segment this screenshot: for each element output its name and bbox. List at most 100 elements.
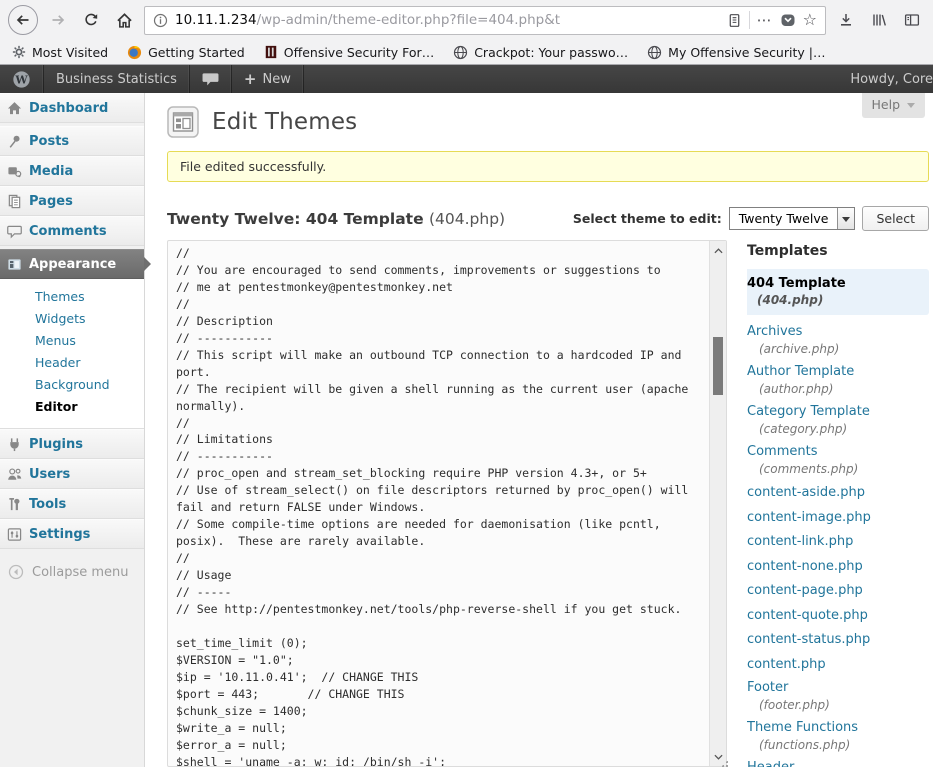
svg-text:W: W xyxy=(14,73,28,86)
help-tab[interactable]: Help xyxy=(862,93,926,118)
sidebar-item-users[interactable]: Users xyxy=(0,459,144,489)
code-editor[interactable]: // // You are encouraged to send comment… xyxy=(167,240,727,767)
url-bar[interactable]: 10.11.1.234/wp-admin/theme-editor.php?fi… xyxy=(144,6,826,35)
bookmark-star-icon[interactable]: ☆ xyxy=(803,12,817,28)
admin-bar-my-account[interactable]: Howdy, Core xyxy=(840,65,933,93)
sidebar-item-appearance[interactable]: Appearance xyxy=(0,249,144,279)
downloads-button[interactable] xyxy=(833,7,859,33)
reader-mode-icon[interactable] xyxy=(727,13,742,28)
bookmark-label: Offensive Security For… xyxy=(284,45,434,60)
sidebar-item-media[interactable]: Media xyxy=(0,156,144,186)
template-link[interactable]: Archives xyxy=(747,323,929,340)
sidebar-item-tools[interactable]: Tools xyxy=(0,489,144,519)
sidebar-item-label: Settings xyxy=(29,527,90,542)
theme-select-value: Twenty Twelve xyxy=(730,208,838,229)
forward-button[interactable] xyxy=(45,7,71,33)
editor-scrollbar[interactable] xyxy=(709,241,726,766)
tools-icon xyxy=(7,497,22,512)
library-button[interactable] xyxy=(866,7,892,33)
offsec-site-icon xyxy=(264,45,278,59)
sidebar-item-label: Comments xyxy=(29,224,107,239)
submenu-item-header[interactable]: Header xyxy=(35,352,144,374)
template-link[interactable]: content-quote.php xyxy=(747,606,929,627)
chevron-down-icon xyxy=(842,217,850,226)
submenu-item-editor[interactable]: Editor xyxy=(35,396,144,418)
template-link[interactable]: content-aside.php xyxy=(747,483,929,504)
wp-admin-bar: W Business Statistics + New Howdy, Core xyxy=(0,65,933,93)
sidebar-item-pages[interactable]: Pages xyxy=(0,186,144,216)
url-separator xyxy=(749,11,750,29)
howdy-label: Howdy, Core xyxy=(850,72,933,87)
sidebar-item-dashboard[interactable]: Dashboard xyxy=(0,93,144,123)
template-link[interactable]: content-page.php xyxy=(747,581,929,602)
template-link[interactable]: Author Template xyxy=(747,363,929,380)
template-filename: (functions.php) xyxy=(747,738,929,753)
home-button[interactable] xyxy=(111,7,137,33)
scroll-down-arrow-icon[interactable] xyxy=(710,749,726,764)
chevron-down-icon xyxy=(907,103,915,112)
sidebar-item-posts[interactable]: Posts xyxy=(0,126,144,156)
site-info-icon[interactable] xyxy=(153,13,168,28)
sidebar-item-label: Users xyxy=(29,467,70,482)
file-header-row: Twenty Twelve: 404 Template (404.php) Se… xyxy=(167,206,929,231)
collapse-arrow-icon xyxy=(8,564,24,580)
scroll-up-arrow-icon[interactable] xyxy=(710,243,726,258)
new-label: New xyxy=(262,72,290,87)
wp-logo-menu[interactable]: W xyxy=(0,65,44,93)
submenu-item-menus[interactable]: Menus xyxy=(35,330,144,352)
bookmark-most-visited[interactable]: Most Visited xyxy=(12,45,108,60)
site-name-menu[interactable]: Business Statistics xyxy=(44,65,190,93)
home-icon xyxy=(116,12,133,29)
template-link[interactable]: Comments xyxy=(747,443,929,460)
templates-sidebar: Templates 404 Template (404.php) Archive… xyxy=(747,240,929,767)
submenu-item-themes[interactable]: Themes xyxy=(35,286,144,308)
bookmark-getting-started[interactable]: Getting Started xyxy=(127,45,245,60)
template-link[interactable]: Footer xyxy=(747,679,929,696)
template-link[interactable]: content.php xyxy=(747,655,929,676)
bookmark-offensive-security-forums[interactable]: Offensive Security For… xyxy=(264,45,434,60)
appearance-screen-icon xyxy=(7,257,22,272)
template-name: 404 Template xyxy=(747,275,919,292)
sidebar-toggle-button[interactable] xyxy=(899,7,925,33)
sidebar-item-plugins[interactable]: Plugins xyxy=(0,429,144,459)
reload-button[interactable] xyxy=(78,7,104,33)
plus-icon: + xyxy=(244,72,257,87)
sidebar-item-settings[interactable]: Settings xyxy=(0,519,144,549)
template-filename: (author.php) xyxy=(747,382,929,397)
template-item-current: 404 Template (404.php) xyxy=(747,269,929,315)
sidebar-item-label: Posts xyxy=(29,134,69,149)
code-content: // // You are encouraged to send comment… xyxy=(168,241,726,766)
admin-bar-comments[interactable] xyxy=(190,65,232,93)
notice-text: File edited successfully. xyxy=(180,159,326,174)
pushpin-icon xyxy=(7,134,22,149)
template-link[interactable]: Header xyxy=(747,759,929,767)
theme-select[interactable]: Twenty Twelve xyxy=(729,207,856,230)
camera-icon xyxy=(7,164,22,179)
submenu-item-background[interactable]: Background xyxy=(35,374,144,396)
page-actions-icon[interactable]: ⋯ xyxy=(757,11,773,29)
page-header: Edit Themes xyxy=(167,106,929,138)
edit-themes-icon xyxy=(167,106,199,138)
template-link[interactable]: content-none.php xyxy=(747,557,929,578)
template-link[interactable]: content-image.php xyxy=(747,508,929,529)
collapse-menu-button[interactable]: Collapse menu xyxy=(0,552,144,592)
template-link[interactable]: Category Template xyxy=(747,403,929,420)
select-theme-button[interactable]: Select xyxy=(862,206,929,231)
admin-bar-new-menu[interactable]: + New xyxy=(232,65,304,93)
template-link[interactable]: Theme Functions xyxy=(747,719,929,736)
select-dropdown-arrow[interactable] xyxy=(837,208,854,229)
template-link[interactable]: content-status.php xyxy=(747,630,929,651)
sidebar-toggle-icon xyxy=(904,12,920,28)
pocket-icon[interactable] xyxy=(780,12,796,28)
bookmark-crackpot[interactable]: Crackpot: Your passwo… xyxy=(453,45,628,60)
bookmark-my-offensive-security[interactable]: My Offensive Security |… xyxy=(647,45,825,60)
scrollbar-thumb[interactable] xyxy=(713,337,723,395)
users-icon xyxy=(7,467,22,482)
back-button[interactable] xyxy=(8,5,38,35)
content-area: Help Edit Themes File edited successfull… xyxy=(145,93,933,767)
submenu-item-widgets[interactable]: Widgets xyxy=(35,308,144,330)
template-link[interactable]: content-link.php xyxy=(747,532,929,553)
theme-switcher: Select theme to edit: Twenty Twelve Sele… xyxy=(573,206,929,231)
plugin-icon xyxy=(7,437,22,452)
sidebar-item-comments[interactable]: Comments xyxy=(0,216,144,246)
